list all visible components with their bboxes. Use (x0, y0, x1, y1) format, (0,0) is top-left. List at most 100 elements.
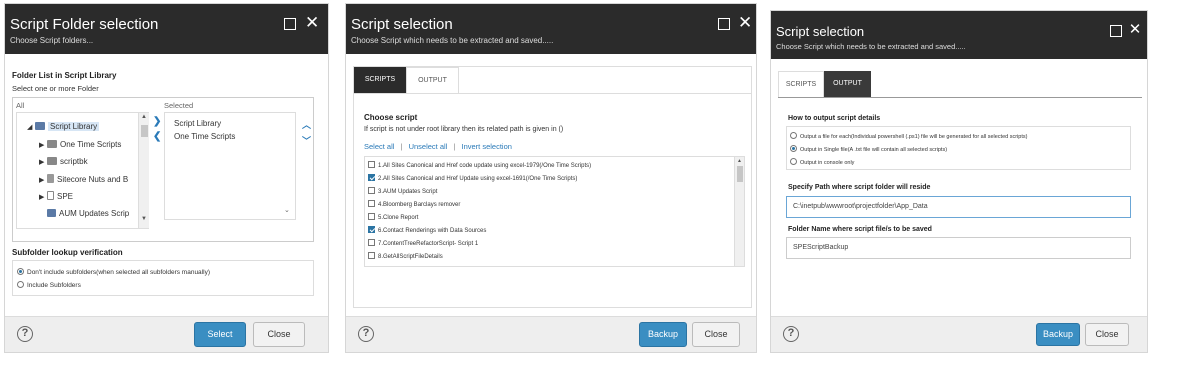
link-separator: | (400, 142, 403, 151)
move-left-icon[interactable]: ❮ (153, 131, 161, 142)
scroll-up-icon[interactable]: ▲ (737, 158, 742, 164)
tab-scripts[interactable]: SCRIPTS (778, 71, 824, 97)
list-item[interactable]: 6.Contact Renderings with Data Sources (368, 226, 486, 234)
list-item[interactable]: 5.Clone Report (368, 213, 418, 221)
scroll-thumb[interactable] (141, 125, 148, 137)
dropdown-chevron-icon[interactable]: ⌄ (284, 206, 290, 214)
expand-down-icon[interactable]: ◢ (27, 123, 35, 131)
tab-output[interactable]: OUTPUT (824, 71, 871, 97)
maximize-icon[interactable] (284, 18, 296, 30)
tree-item-script-library[interactable]: ◢ Script Library (27, 122, 100, 131)
radio-button[interactable] (17, 268, 24, 275)
help-icon[interactable]: ? (358, 326, 374, 342)
radio-button[interactable] (17, 281, 24, 288)
scroll-up-icon[interactable]: ▲ (141, 114, 147, 120)
tree-item-aum-updates[interactable]: AUM Updates Scrip (47, 209, 129, 218)
list-scrollbar[interactable]: ▲ (734, 157, 744, 266)
list-item[interactable]: 4.Bloomberg Barclays remover (368, 200, 460, 208)
list-item[interactable]: 2.All Sites Canonical and Href Update us… (368, 174, 577, 182)
document-icon (47, 191, 54, 200)
choose-script-heading: Choose script (364, 113, 418, 122)
list-item[interactable]: 3.AUM Updates Script (368, 187, 437, 195)
close-button[interactable]: Close (692, 322, 740, 347)
selected-folders-list[interactable]: Script Library One Time Scripts ⌄ (164, 112, 296, 220)
checkbox[interactable] (368, 200, 375, 207)
checkbox[interactable] (368, 213, 375, 220)
all-folders-tree[interactable]: ◢ Script Library ▶ One Time Scripts ▶ scrip… (16, 112, 149, 229)
scroll-thumb[interactable] (737, 166, 743, 182)
select-button[interactable]: Select (194, 322, 246, 347)
expand-right-icon[interactable]: ▶ (39, 176, 47, 184)
checkbox[interactable] (368, 174, 375, 181)
list-item-label: 8.GetAllScriptFileDetails (378, 254, 443, 260)
checkbox[interactable] (368, 161, 375, 168)
help-icon[interactable]: ? (783, 326, 799, 342)
maximize-icon[interactable] (1110, 25, 1122, 37)
tree-item-label: One Time Scripts (60, 140, 122, 149)
dialog-titlebar: Script selection Choose Script which nee… (346, 4, 756, 54)
close-button[interactable]: Close (253, 322, 305, 347)
radio-label: Output in Single file(A .txt file will c… (800, 147, 948, 153)
tree-item-one-time-scripts[interactable]: ▶ One Time Scripts (39, 140, 121, 149)
radio-button[interactable] (790, 132, 797, 139)
close-icon[interactable]: ✕ (305, 14, 319, 31)
checkbox[interactable] (368, 226, 375, 233)
checkbox[interactable] (368, 252, 375, 259)
backup-button[interactable]: Backup (639, 322, 687, 347)
list-item-label: 7.ContentTreeRefactorScript- Script 1 (378, 241, 479, 247)
radio-button[interactable] (790, 145, 797, 152)
tab-panel: SCRIPTS OUTPUT How to output script deta… (778, 71, 1142, 316)
maximize-icon[interactable] (718, 18, 730, 30)
tree-item-sitecore-nuts[interactable]: ▶ Sitecore Nuts and B (39, 174, 128, 184)
tab-output[interactable]: OUTPUT (406, 67, 459, 93)
radio-dont-include-subfolders[interactable]: Don't include subfolders(when selected a… (17, 268, 210, 276)
close-icon[interactable]: ✕ (738, 14, 752, 31)
radio-output-each[interactable]: Output a file for each(Individual powers… (790, 132, 1027, 140)
selected-item[interactable]: One Time Scripts (174, 132, 235, 141)
select-all-link[interactable]: Select all (364, 142, 394, 151)
expand-right-icon[interactable]: ▶ (39, 141, 47, 149)
list-item[interactable]: 8.GetAllScriptFileDetails (368, 252, 443, 260)
move-right-icon[interactable]: ❯ (153, 116, 161, 127)
expand-right-icon[interactable]: ▶ (39, 193, 47, 201)
radio-output-single[interactable]: Output in Single file(A .txt file will c… (790, 145, 947, 153)
selected-item[interactable]: Script Library (174, 119, 221, 128)
close-icon[interactable]: ✕ (1128, 22, 1142, 37)
tab-scripts[interactable]: SCRIPTS (354, 67, 406, 93)
dialog-subtitle: Choose Script folders... (10, 36, 94, 45)
output-options-panel: Output a file for each(Individual powers… (786, 126, 1131, 170)
tree-scrollbar[interactable]: ▲ ▼ (138, 113, 149, 228)
expand-right-icon[interactable]: ▶ (39, 158, 47, 166)
help-icon[interactable]: ? (17, 326, 33, 342)
tree-item-label: SPE (57, 192, 74, 201)
tree-item-label: scriptbk (60, 157, 88, 166)
dialog-titlebar: Script Folder selection Choose Script fo… (5, 4, 328, 54)
radio-output-console[interactable]: Output in console only (790, 158, 854, 166)
radio-include-subfolders[interactable]: Include Subfolders (17, 281, 81, 289)
tree-item-spe[interactable]: ▶ SPE (39, 191, 73, 201)
script-icon (47, 209, 56, 217)
radio-label: Output a file for each(Individual powers… (800, 134, 1028, 140)
path-input[interactable]: C:\inetpub\wwwroot\projectfolder\App_Dat… (786, 196, 1131, 218)
folder-icon (47, 157, 57, 165)
checkbox[interactable] (368, 239, 375, 246)
library-icon (35, 122, 45, 130)
checkbox[interactable] (368, 187, 375, 194)
list-item[interactable]: 1.All Sites Canonical and Href code upda… (368, 161, 591, 169)
backup-button[interactable]: Backup (1036, 323, 1080, 346)
folder-name-input[interactable]: SPEScriptBackup (786, 237, 1131, 259)
invert-selection-link[interactable]: Invert selection (462, 142, 512, 151)
script-checklist[interactable]: 1.All Sites Canonical and Href code upda… (364, 156, 745, 267)
move-up-icon[interactable]: ︿ (302, 118, 311, 131)
unselect-all-link[interactable]: Unselect all (409, 142, 448, 151)
list-item[interactable]: 7.ContentTreeRefactorScript- Script 1 (368, 239, 478, 247)
tree-item-scriptbk[interactable]: ▶ scriptbk (39, 157, 88, 166)
output-heading: How to output script details (788, 115, 881, 122)
radio-button[interactable] (790, 158, 797, 165)
list-item-label: 3.AUM Updates Script (378, 189, 438, 195)
list-item-label: 6.Contact Renderings with Data Sources (378, 228, 487, 234)
move-down-icon[interactable]: ﹀ (302, 134, 311, 147)
list-item-label: 4.Bloomberg Barclays remover (378, 202, 461, 208)
scroll-down-icon[interactable]: ▼ (141, 216, 147, 222)
close-button[interactable]: Close (1085, 323, 1129, 346)
